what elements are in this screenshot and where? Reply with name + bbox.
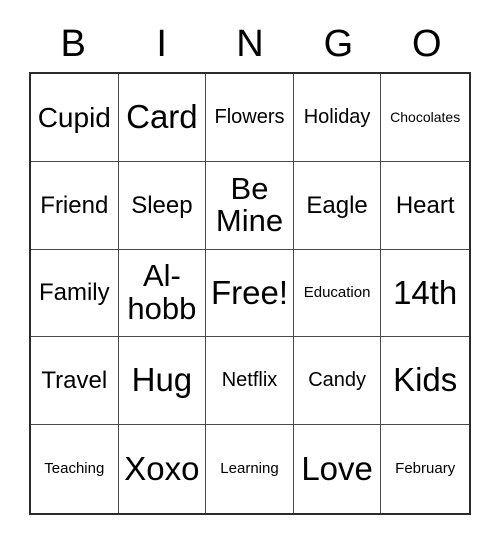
bingo-cell[interactable]: Netflix	[206, 337, 294, 426]
bingo-cell[interactable]: Love	[293, 425, 382, 513]
bingo-cell-free[interactable]: Free!	[206, 249, 294, 338]
bingo-header-cell-1: B	[29, 18, 117, 70]
bingo-cell-label: Candy	[308, 369, 366, 392]
bingo-cell-label: Flowers	[214, 105, 285, 128]
bingo-header-letter-b: B	[60, 23, 86, 65]
bingo-cell[interactable]: Hug	[118, 337, 207, 426]
bingo-cell[interactable]: 14th	[381, 249, 469, 338]
bingo-cell[interactable]: Family	[31, 249, 119, 338]
bingo-cell-label: Chocolates	[390, 109, 461, 126]
bingo-cell-label: Hug	[131, 361, 193, 399]
bingo-header-cell-4: G	[294, 18, 382, 70]
bingo-cell[interactable]: Al-hobb	[118, 249, 207, 338]
bingo-header-cell-5: O	[383, 18, 471, 70]
bingo-cell[interactable]: Friend	[31, 161, 119, 250]
bingo-cell-label: Heart	[395, 191, 455, 219]
bingo-cell[interactable]: Card	[118, 74, 207, 162]
bingo-header-letter-g: G	[323, 23, 354, 65]
bingo-cell-label: Card	[126, 98, 198, 136]
bingo-card: B I N G O Cupid Card Flowers Holiday Cho…	[0, 0, 500, 544]
bingo-cell[interactable]: Education	[293, 249, 382, 338]
bingo-header-letter-i: I	[156, 23, 167, 65]
bingo-header-letter-n: N	[236, 23, 264, 65]
bingo-cell-label: Education	[303, 284, 371, 302]
bingo-cell-label: February	[395, 460, 456, 478]
bingo-cell[interactable]: Heart	[381, 161, 469, 250]
bingo-cell-label: Holiday	[303, 105, 371, 128]
bingo-cell-label: Free!	[210, 273, 288, 311]
bingo-cell-label: Be Mine	[215, 170, 284, 239]
bingo-cell-label: Kids	[393, 361, 458, 399]
bingo-cell[interactable]: Candy	[293, 337, 382, 426]
bingo-cell-label: Friend	[40, 191, 109, 219]
bingo-header-letter-o: O	[412, 23, 442, 65]
bingo-cell[interactable]: Teaching	[31, 425, 119, 513]
bingo-cell[interactable]: Eagle	[293, 161, 382, 250]
bingo-cell[interactable]: Cupid	[31, 74, 119, 162]
bingo-cell[interactable]: Flowers	[206, 74, 294, 162]
bingo-header-cell-2: I	[117, 18, 205, 70]
bingo-cell-label: Eagle	[306, 191, 368, 219]
bingo-cell[interactable]: Learning	[206, 425, 294, 513]
bingo-cell-label: Xoxo	[124, 449, 200, 487]
bingo-cell[interactable]: Kids	[381, 337, 469, 426]
bingo-cell[interactable]: Chocolates	[381, 74, 469, 162]
bingo-cell-label: Netflix	[221, 369, 278, 392]
bingo-cell-label: Travel	[41, 367, 108, 395]
bingo-cell[interactable]: Xoxo	[118, 425, 207, 513]
bingo-grid: Cupid Card Flowers Holiday Chocolates Fr…	[29, 72, 471, 515]
bingo-cell[interactable]: Be Mine	[206, 161, 294, 250]
bingo-cell[interactable]: Travel	[31, 337, 119, 426]
bingo-header-cell-3: N	[206, 18, 294, 70]
bingo-cell-label: Learning	[220, 460, 279, 478]
bingo-cell-label: Teaching	[44, 460, 105, 478]
bingo-cell[interactable]: Holiday	[293, 74, 382, 162]
bingo-header-row: B I N G O	[29, 18, 471, 70]
bingo-cell[interactable]: February	[381, 425, 469, 513]
bingo-cell-label: Al-hobb	[127, 258, 197, 326]
bingo-cell[interactable]: Sleep	[118, 161, 207, 250]
bingo-cell-label: Cupid	[37, 101, 111, 133]
bingo-cell-label: Family	[38, 279, 110, 307]
bingo-cell-label: Sleep	[131, 191, 193, 219]
bingo-cell-label: 14th	[393, 273, 458, 311]
bingo-cell-label: Love	[301, 449, 373, 487]
